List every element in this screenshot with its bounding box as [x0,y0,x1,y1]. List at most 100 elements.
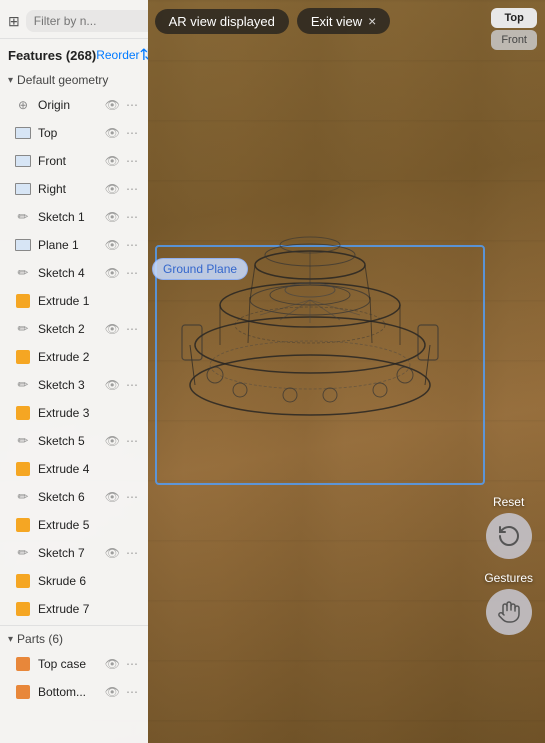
pencil-icon: ✏ [14,264,32,282]
list-item[interactable]: Extrude 1 [0,287,148,315]
list-item[interactable]: Right 👁 ⋯ [0,175,148,203]
more-icon[interactable]: ⋯ [124,433,140,449]
more-icon[interactable]: ⋯ [124,153,140,169]
feature-actions: 👁 ⋯ [103,321,140,337]
feature-actions: 👁 ⋯ [103,684,140,700]
list-item[interactable]: Extrude 4 [0,455,148,483]
visibility-icon[interactable]: 👁 [103,489,122,505]
list-item[interactable]: Extrude 2 [0,343,148,371]
section-header-default[interactable]: ▾ Default geometry [0,69,148,91]
more-icon[interactable]: ⋯ [124,97,140,113]
top-bar: AR view displayed Exit view × [0,0,545,42]
visibility-icon[interactable]: 👁 [103,656,122,672]
list-item[interactable]: ⊕ Origin 👁 ⋯ [0,91,148,119]
feature-name: Extrude 7 [38,602,140,616]
left-panel: ⊞ Features (268) Reorder ⇅ ▾ Default geo… [0,0,148,743]
pencil-icon: ✏ [14,320,32,338]
visibility-icon[interactable]: 👁 [103,377,122,393]
list-item[interactable]: ✏ Sketch 3 👁 ⋯ [0,371,148,399]
panel-scroll[interactable]: ▾ Default geometry ⊕ Origin 👁 ⋯ Top 👁 ⋯ … [0,69,148,743]
exit-view-button[interactable]: Exit view × [297,8,390,34]
box-icon [14,683,32,701]
extrude-icon [14,404,32,422]
front-view-button[interactable]: Front [491,30,537,50]
list-item[interactable]: Top case 👁 ⋯ [0,650,148,678]
visibility-icon[interactable]: 👁 [103,237,122,253]
list-item[interactable]: Skrude 6 [0,567,148,595]
list-item[interactable]: ✏ Sketch 7 👁 ⋯ [0,539,148,567]
feature-name: Bottom... [38,685,97,699]
more-icon[interactable]: ⋯ [124,656,140,672]
more-icon[interactable]: ⋯ [124,489,140,505]
list-item[interactable]: ✏ Sketch 5 👁 ⋯ [0,427,148,455]
list-item[interactable]: Front 👁 ⋯ [0,147,148,175]
more-icon[interactable]: ⋯ [124,265,140,281]
reorder-button[interactable]: Reorder [96,48,139,62]
plane-icon [14,124,32,142]
chevron-down-icon: ▾ [8,634,13,645]
section-header-parts[interactable]: ▾ Parts (6) [0,628,148,650]
list-item[interactable]: Bottom... 👁 ⋯ [0,678,148,706]
plane-icon [14,152,32,170]
visibility-icon[interactable]: 👁 [103,265,122,281]
section-title: Default geometry [17,73,108,87]
list-item[interactable]: ✏ Sketch 6 👁 ⋯ [0,483,148,511]
feature-name: Top [38,126,97,140]
parts-title: Parts (6) [17,632,63,646]
top-view-button[interactable]: Top [491,8,537,28]
feature-name: Origin [38,98,97,112]
visibility-icon[interactable]: 👁 [103,545,122,561]
feature-actions: 👁 ⋯ [103,97,140,113]
feature-name: Top case [38,657,97,671]
reset-button[interactable] [486,513,532,559]
list-item[interactable]: ✏ Sketch 4 👁 ⋯ [0,259,148,287]
feature-actions: 👁 ⋯ [103,656,140,672]
visibility-icon[interactable]: 👁 [103,433,122,449]
pencil-icon: ✏ [14,376,32,394]
visibility-icon[interactable]: 👁 [103,97,122,113]
right-controls: Reset Gestures [484,495,533,643]
gestures-button[interactable] [486,589,532,635]
more-icon[interactable]: ⋯ [124,209,140,225]
list-item[interactable]: Plane 1 👁 ⋯ [0,231,148,259]
features-title: Features (268) [8,48,96,63]
feature-name: Extrude 3 [38,406,140,420]
feature-name: Sketch 5 [38,434,97,448]
parts-section: ▾ Parts (6) Top case 👁 ⋯ Bottom... 👁 ⋯ [0,625,148,706]
visibility-icon[interactable]: 👁 [103,209,122,225]
more-icon[interactable]: ⋯ [124,545,140,561]
visibility-icon[interactable]: 👁 [103,125,122,141]
feature-actions: 👁 ⋯ [103,125,140,141]
list-item[interactable]: ✏ Sketch 2 👁 ⋯ [0,315,148,343]
feature-actions: 👁 ⋯ [103,209,140,225]
ground-plane-label: Ground Plane [152,258,248,280]
pencil-icon: ✏ [14,432,32,450]
list-item[interactable]: Extrude 7 [0,595,148,623]
feature-name: Extrude 4 [38,462,140,476]
plane-icon [14,236,32,254]
more-icon[interactable]: ⋯ [124,181,140,197]
visibility-icon[interactable]: 👁 [103,153,122,169]
feature-name: Skrude 6 [38,574,140,588]
extrude-icon [14,572,32,590]
3d-model-wireframe[interactable] [160,145,460,445]
feature-name: Extrude 2 [38,350,140,364]
more-icon[interactable]: ⋯ [124,321,140,337]
visibility-icon[interactable]: 👁 [103,181,122,197]
list-item[interactable]: ✏ Sketch 1 👁 ⋯ [0,203,148,231]
list-item[interactable]: Top 👁 ⋯ [0,119,148,147]
more-icon[interactable]: ⋯ [124,684,140,700]
visibility-icon[interactable]: 👁 [103,321,122,337]
view-controls: Top Front [491,8,537,50]
more-icon[interactable]: ⋯ [124,125,140,141]
visibility-icon[interactable]: 👁 [103,684,122,700]
close-icon: × [368,13,376,29]
more-icon[interactable]: ⋯ [124,377,140,393]
list-item[interactable]: Extrude 3 [0,399,148,427]
feature-name: Sketch 1 [38,210,97,224]
feature-name: Plane 1 [38,238,97,252]
feature-actions: 👁 ⋯ [103,489,140,505]
more-icon[interactable]: ⋯ [124,237,140,253]
list-item[interactable]: Extrude 5 [0,511,148,539]
reorder-icon[interactable]: ⇅ [140,45,148,65]
